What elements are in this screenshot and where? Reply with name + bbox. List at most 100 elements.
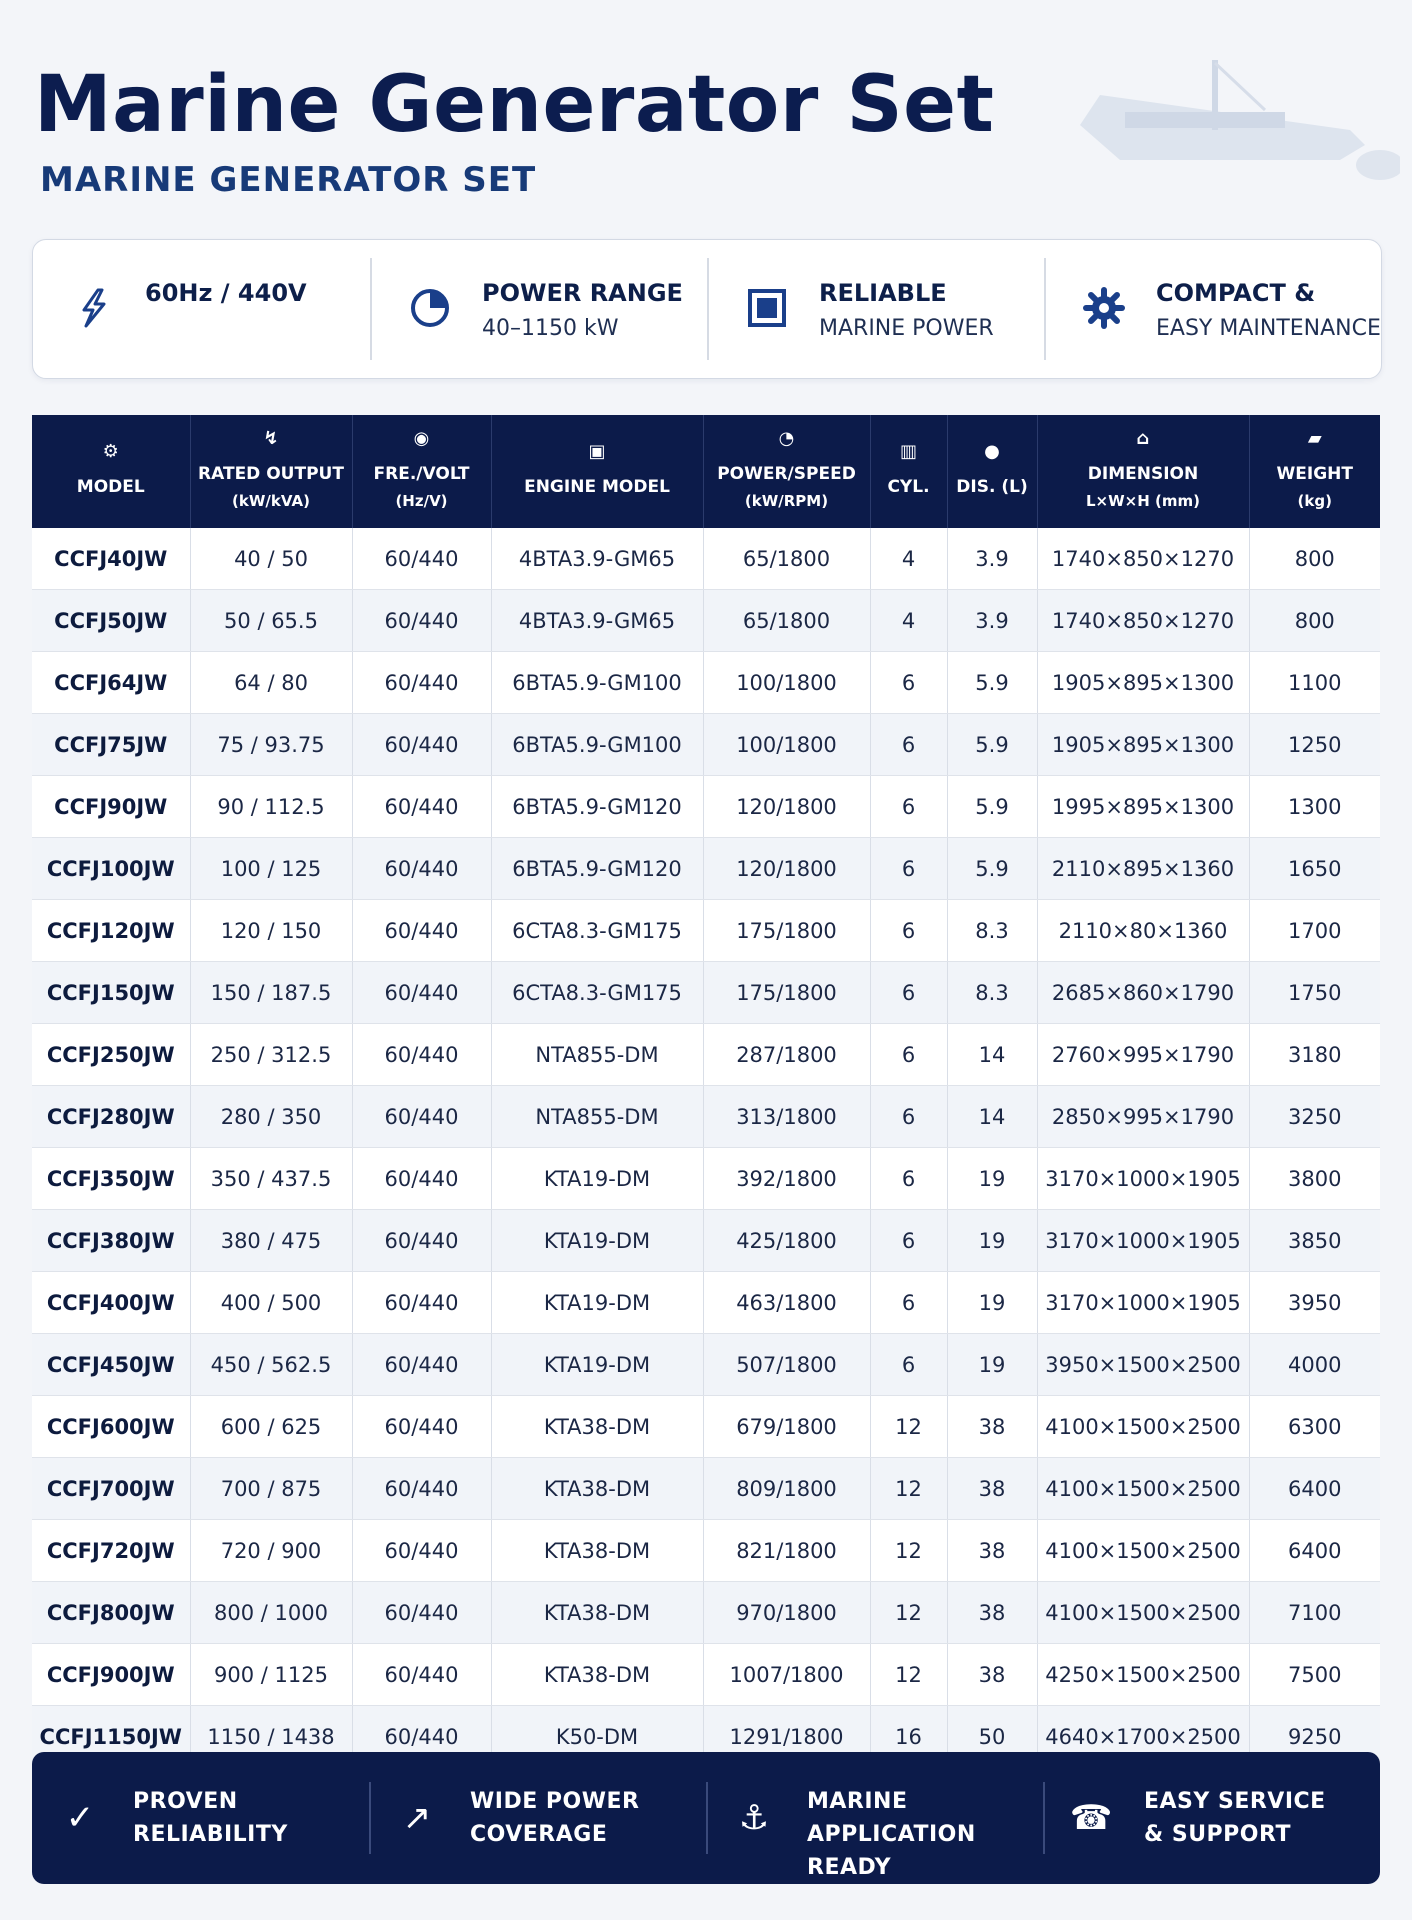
table-row: CCFJ100JW 100 / 125 60/440 6BTA5.9-GM120 120… xyxy=(32,837,1380,900)
cell-model: CCFJ700JW xyxy=(32,1457,191,1520)
table-row: CCFJ40JW 40 / 50 60/440 4BTA3.9-GM65 65/1800… xyxy=(32,528,1380,590)
feature-title: RELIABLE xyxy=(819,279,947,307)
cell-engine-model: 6BTA5.9-GM120 xyxy=(491,837,704,900)
weight-icon: ▰ xyxy=(1307,427,1322,449)
cell-power-speed: 313/1800 xyxy=(703,1085,871,1148)
cell-weight: 800 xyxy=(1249,528,1380,590)
cell-engine-model: KTA38-DM xyxy=(491,1581,704,1644)
feature-title: 60Hz / 440V xyxy=(145,279,307,307)
feature-subtitle: EASY MAINTENANCE xyxy=(1156,316,1381,341)
cell-cylinders: 4 xyxy=(870,589,948,652)
cell-model: CCFJ64JW xyxy=(32,651,191,714)
cell-engine-model: KTA38-DM xyxy=(491,1395,704,1458)
cell-model: CCFJ75JW xyxy=(32,713,191,776)
cell-cylinders: 6 xyxy=(870,775,948,838)
cell-dimension: 1905×895×1300 xyxy=(1037,651,1250,714)
cell-displacement: 3.9 xyxy=(947,589,1038,652)
cell-weight: 1700 xyxy=(1249,899,1380,962)
cell-engine-model: NTA855-DM xyxy=(491,1085,704,1148)
cell-weight: 800 xyxy=(1249,589,1380,652)
cell-displacement: 19 xyxy=(947,1271,1038,1334)
column-header-displacement: ● DIS. (L) xyxy=(947,415,1038,528)
cell-freq-volt: 60/440 xyxy=(352,1333,492,1396)
column-header-weight: ▰ WEIGHT (kg) xyxy=(1249,415,1380,528)
cell-displacement: 19 xyxy=(947,1333,1038,1396)
cell-displacement: 8.3 xyxy=(947,961,1038,1024)
cell-cylinders: 6 xyxy=(870,1333,948,1396)
cell-rated-output: 120 / 150 xyxy=(190,899,353,962)
cell-freq-volt: 60/440 xyxy=(352,1085,492,1148)
footer-line: COVERAGE xyxy=(470,1822,608,1847)
table-row: CCFJ90JW 90 / 112.5 60/440 6BTA5.9-GM120 120… xyxy=(32,775,1380,838)
features-bar: 60Hz / 440V POWER RANGE 40–1150 kW RELIA… xyxy=(32,239,1382,379)
cell-power-speed: 175/1800 xyxy=(703,899,871,962)
cell-displacement: 19 xyxy=(947,1209,1038,1272)
cell-model: CCFJ40JW xyxy=(32,528,191,590)
cell-model: CCFJ900JW xyxy=(32,1643,191,1706)
column-header-rated-output: ↯ RATED OUTPUT (kW/kVA) xyxy=(190,415,353,528)
cell-weight: 6300 xyxy=(1249,1395,1380,1458)
cell-power-speed: 287/1800 xyxy=(703,1023,871,1086)
cell-weight: 1100 xyxy=(1249,651,1380,714)
cell-rated-output: 380 / 475 xyxy=(190,1209,353,1272)
cell-cylinders: 6 xyxy=(870,961,948,1024)
cell-rated-output: 900 / 1125 xyxy=(190,1643,353,1706)
cell-cylinders: 6 xyxy=(870,837,948,900)
cell-engine-model: NTA855-DM xyxy=(491,1023,704,1086)
cell-dimension: 4100×1500×2500 xyxy=(1037,1395,1250,1458)
cell-engine-model: KTA19-DM xyxy=(491,1209,704,1272)
column-header-unit: (kW/RPM) xyxy=(744,491,829,510)
cell-displacement: 5.9 xyxy=(947,713,1038,776)
cell-displacement: 38 xyxy=(947,1643,1038,1706)
cell-dimension: 2110×80×1360 xyxy=(1037,899,1250,962)
column-header-power-speed: ◔ POWER/SPEED (kW/RPM) xyxy=(703,415,871,528)
engine-model-icon: ▣ xyxy=(588,441,606,462)
cell-weight: 1250 xyxy=(1249,713,1380,776)
feature-compact: COMPACT & EASY MAINTENANCE xyxy=(1044,240,1381,378)
column-header-unit: (Hz/V) xyxy=(395,491,448,510)
cell-power-speed: 463/1800 xyxy=(703,1271,871,1334)
spec-table: ⚙ MODEL ↯ RATED OUTPUT (kW/kVA) ◉ FRE./VOLT (Hz… xyxy=(32,415,1380,1768)
cell-dimension: 4100×1500×2500 xyxy=(1037,1581,1250,1644)
column-header-unit: L×W×H (mm) xyxy=(1086,491,1200,510)
footer-proven-reliability: ✓ PROVEN RELIABILITY xyxy=(32,1752,369,1884)
cell-engine-model: 4BTA3.9-GM65 xyxy=(491,589,704,652)
footer-line: WIDE POWER xyxy=(470,1789,640,1814)
footer-line: EASY SERVICE xyxy=(1144,1789,1326,1814)
cell-freq-volt: 60/440 xyxy=(352,1643,492,1706)
table-row: CCFJ600JW 600 / 625 60/440 KTA38-DM 679/1800… xyxy=(32,1395,1380,1458)
cell-cylinders: 6 xyxy=(870,1147,948,1210)
cell-weight: 3800 xyxy=(1249,1147,1380,1210)
cell-engine-model: KTA19-DM xyxy=(491,1147,704,1210)
cell-power-speed: 100/1800 xyxy=(703,713,871,776)
cell-rated-output: 40 / 50 xyxy=(190,528,353,590)
cell-freq-volt: 60/440 xyxy=(352,1581,492,1644)
cell-dimension: 2850×995×1790 xyxy=(1037,1085,1250,1148)
cell-cylinders: 6 xyxy=(870,1023,948,1086)
cell-cylinders: 6 xyxy=(870,899,948,962)
gear-icon xyxy=(1080,284,1128,332)
pie-chart-icon xyxy=(406,284,454,332)
cell-freq-volt: 60/440 xyxy=(352,651,492,714)
footer-line: PROVEN xyxy=(133,1789,238,1814)
cell-rated-output: 700 / 875 xyxy=(190,1457,353,1520)
column-header-engine-model: ▣ ENGINE MODEL xyxy=(491,415,704,528)
feature-power-range: POWER RANGE 40–1150 kW xyxy=(370,240,707,378)
cell-power-speed: 65/1800 xyxy=(703,528,871,590)
column-header-label: CYL. xyxy=(887,477,930,497)
cell-weight: 3950 xyxy=(1249,1271,1380,1334)
cell-cylinders: 12 xyxy=(870,1457,948,1520)
cell-displacement: 14 xyxy=(947,1085,1038,1148)
cell-model: CCFJ380JW xyxy=(32,1209,191,1272)
cell-model: CCFJ350JW xyxy=(32,1147,191,1210)
cell-displacement: 8.3 xyxy=(947,899,1038,962)
footer-line: RELIABILITY xyxy=(133,1822,288,1847)
cell-freq-volt: 60/440 xyxy=(352,1395,492,1458)
table-row: CCFJ800JW 800 / 1000 60/440 KTA38-DM 970/180… xyxy=(32,1581,1380,1644)
feature-title: POWER RANGE xyxy=(482,279,683,307)
cell-dimension: 3170×1000×1905 xyxy=(1037,1209,1250,1272)
column-header-cylinders: ▥ CYL. xyxy=(870,415,948,528)
cell-displacement: 38 xyxy=(947,1457,1038,1520)
footer-bar: ✓ PROVEN RELIABILITY ↗ WIDE POWER COVERA… xyxy=(32,1752,1380,1884)
feature-reliable: RELIABLE MARINE POWER xyxy=(707,240,1044,378)
